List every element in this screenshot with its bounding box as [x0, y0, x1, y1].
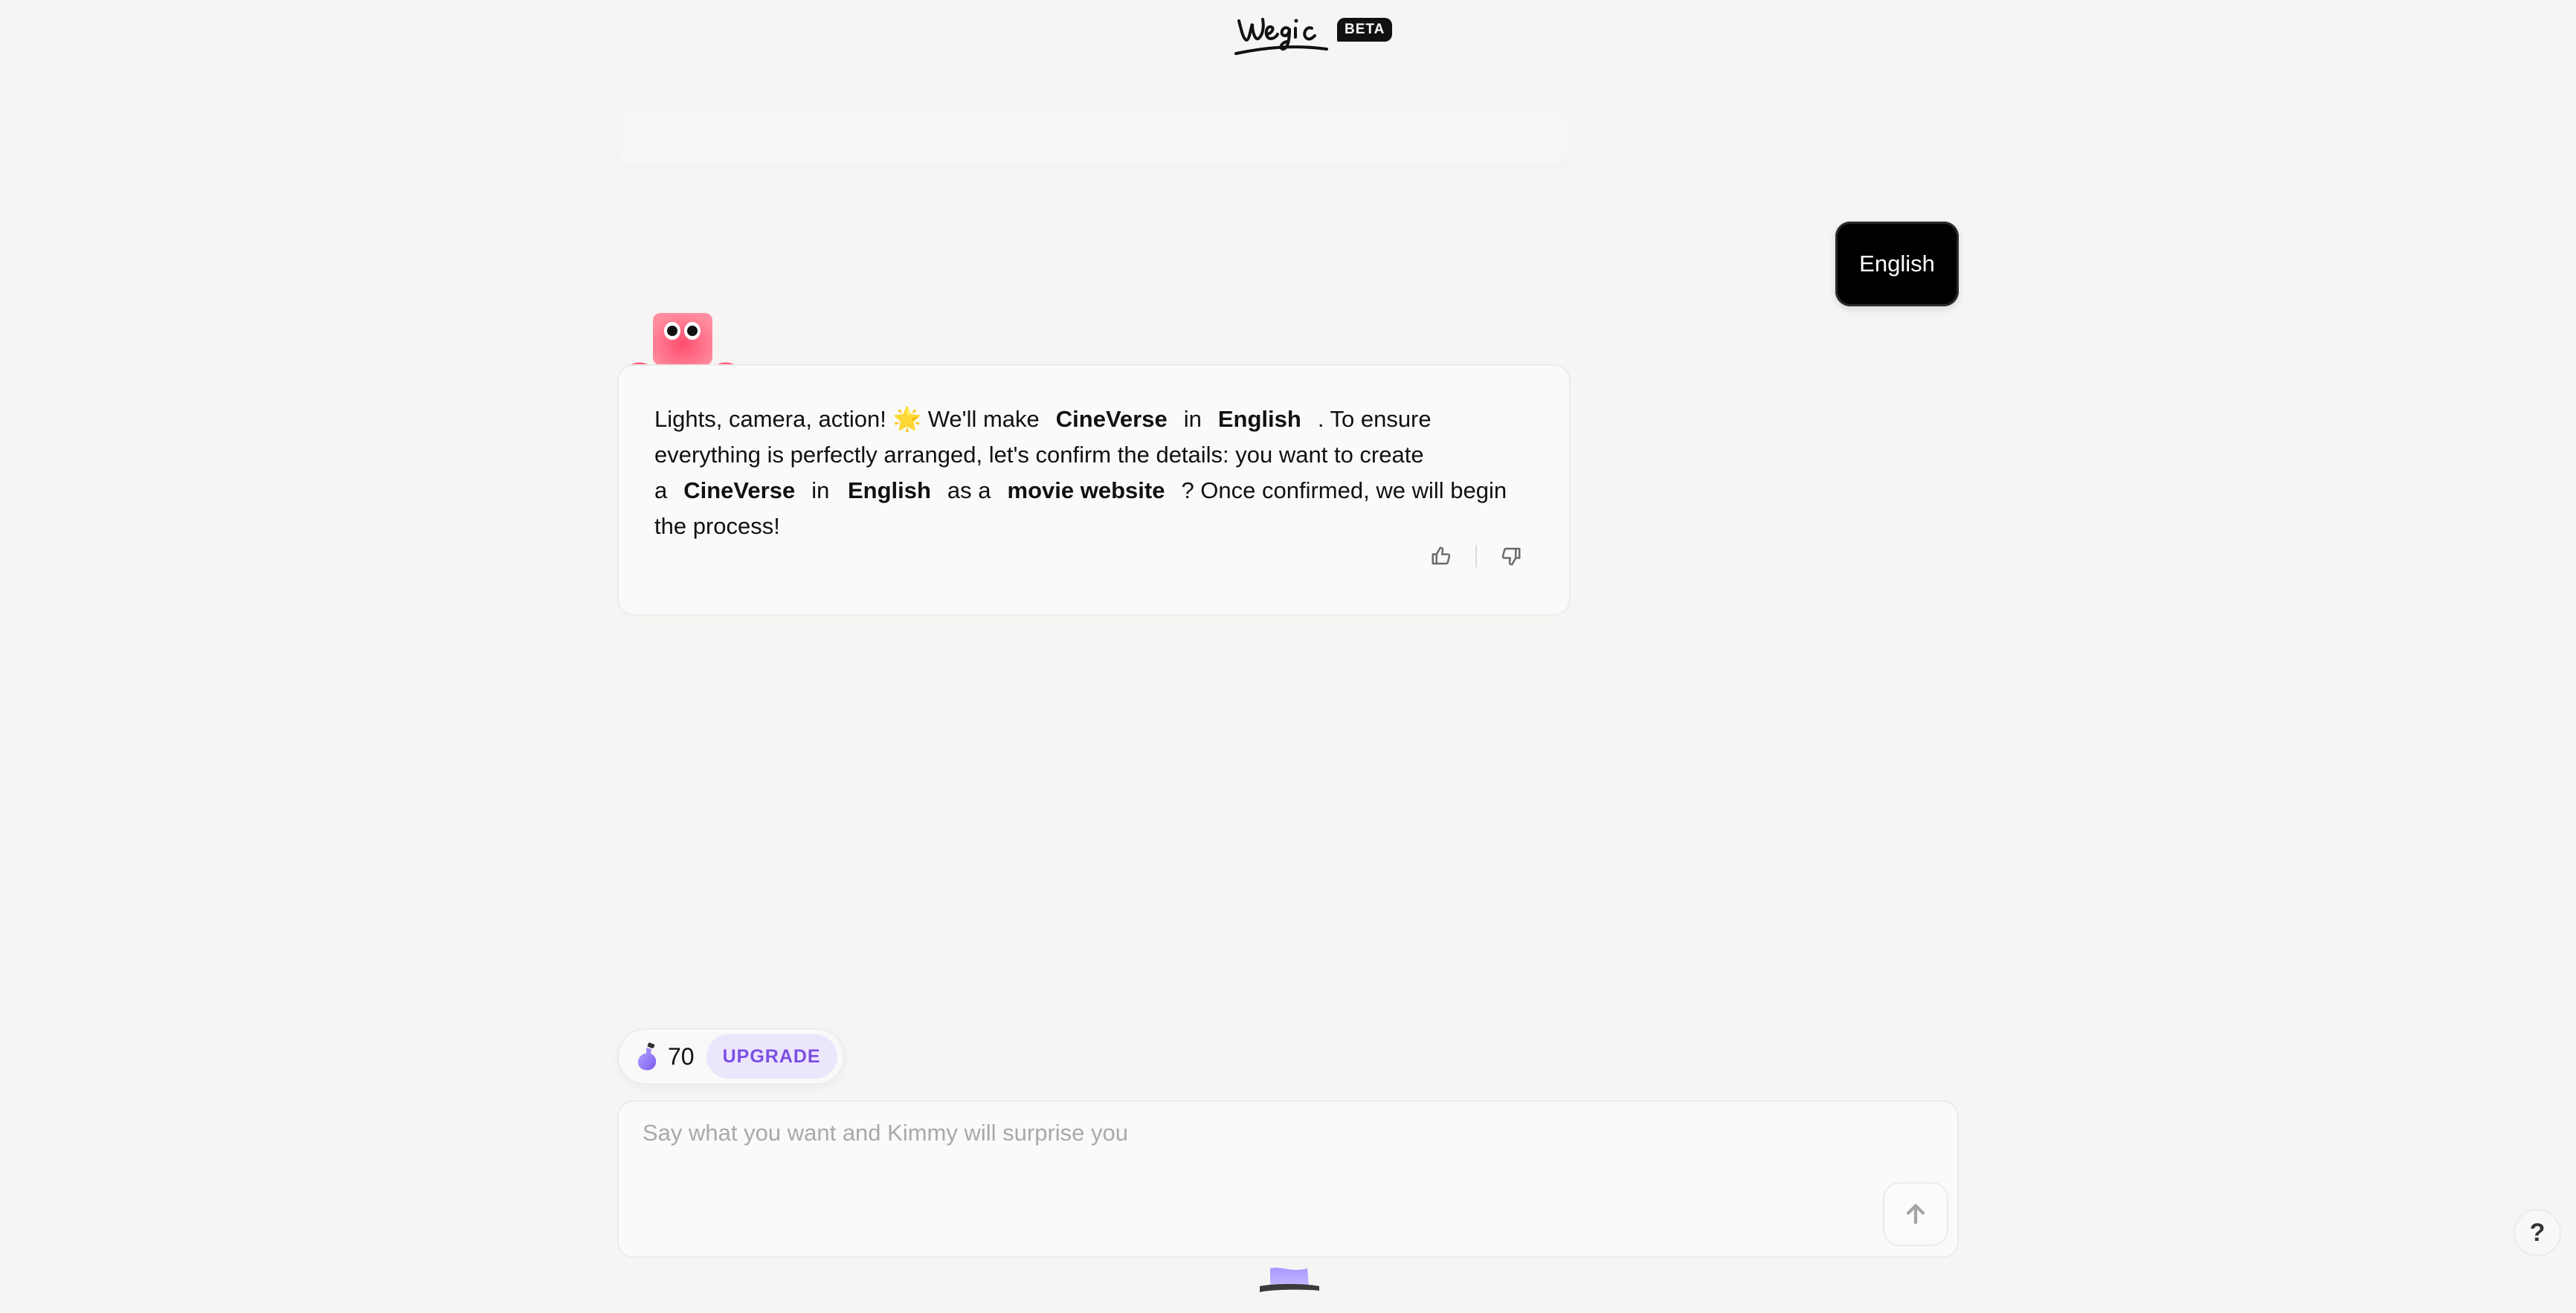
message-text-segment: as a [947, 477, 991, 503]
dislike-button[interactable] [1498, 543, 1524, 570]
hat-mascot-icon [1260, 1268, 1319, 1292]
credit-count: 70 [668, 1042, 695, 1070]
project-name-highlight: CineVerse [1055, 406, 1168, 432]
upgrade-button[interactable]: UPGRADE [706, 1034, 837, 1079]
beta-badge: BETA [1337, 18, 1393, 42]
prompt-input[interactable] [641, 1118, 1871, 1233]
language-highlight: English [1217, 406, 1301, 432]
thumbs-down-icon [1501, 547, 1521, 566]
thumbs-up-icon [1432, 546, 1451, 565]
user-message-text: English [1859, 251, 1935, 277]
language-highlight: English [847, 477, 931, 503]
faded-previous-message [617, 112, 1569, 164]
help-button[interactable]: ? [2514, 1209, 2561, 1256]
wegic-logo-icon [1234, 18, 1328, 55]
site-type-highlight: movie website [1007, 477, 1165, 503]
credits-pill: 70 UPGRADE [617, 1028, 845, 1085]
message-text-segment: Lights, camera, action! [654, 406, 893, 432]
user-message-bubble: English [1835, 222, 1959, 306]
message-text-segment: We'll make [921, 406, 1040, 432]
potion-bottle-icon [637, 1042, 657, 1071]
chat-composer [617, 1100, 1959, 1258]
arrow-up-icon [1906, 1204, 1925, 1225]
assistant-message-card: Lights, camera, action! 🌟 We'll make Cine… [617, 364, 1571, 616]
send-button[interactable] [1883, 1182, 1948, 1246]
feedback-divider [1475, 545, 1477, 567]
question-mark-icon: ? [2529, 1218, 2546, 1247]
feedback-controls [1428, 543, 1524, 570]
assistant-message-text: Lights, camera, action! 🌟 We'll make Cine… [654, 401, 1539, 544]
wegic-logo[interactable]: BETA [1234, 10, 1393, 58]
like-button[interactable] [1428, 543, 1455, 570]
star-emoji-icon: 🌟 [892, 406, 922, 432]
message-text-segment: in [811, 477, 830, 503]
message-text-segment: in [1183, 406, 1202, 432]
project-name-highlight: CineVerse [683, 477, 796, 503]
